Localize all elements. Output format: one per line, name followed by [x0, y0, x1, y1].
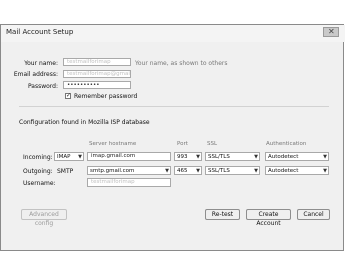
header-port: Port: [177, 141, 188, 147]
name-label: Your name:: [24, 60, 58, 67]
dropdown-arrow-icon: ▼: [323, 154, 327, 160]
mail-account-setup-dialog: Mail Account Setup ✕ Your name: testmail…: [0, 24, 345, 251]
title-bar: Mail Account Setup ✕: [1, 25, 345, 42]
dropdown-arrow-icon: ▼: [254, 154, 258, 160]
header-authentication: Authentication: [266, 141, 307, 147]
outgoing-hostname-select[interactable]: smtp.gmail.com ▼: [87, 166, 171, 175]
retest-button[interactable]: Re-test: [205, 209, 240, 220]
create-account-button[interactable]: Create Account: [246, 209, 291, 227]
outgoing-ssl-value: SSL/TLS: [208, 168, 230, 174]
email-field[interactable]: testmailforimap@gmail.com: [63, 70, 131, 78]
incoming-port-value: 993: [177, 154, 188, 160]
header-ssl: SSL: [207, 141, 218, 147]
incoming-auth-value: Autodetect: [268, 154, 299, 160]
incoming-ssl-select[interactable]: SSL/TLS ▼: [205, 152, 260, 161]
email-label: Email address:: [13, 71, 58, 78]
password-label: Password:: [27, 83, 58, 90]
incoming-ssl-value: SSL/TLS: [208, 154, 230, 160]
incoming-label: Incoming:: [23, 154, 53, 161]
close-button[interactable]: ✕: [323, 27, 339, 37]
advanced-config-button[interactable]: Advanced config: [21, 209, 67, 227]
header-server-hostname: Server hostname: [89, 141, 137, 147]
config-heading: Configuration found in Mozilla ISP datab…: [19, 119, 150, 126]
checkmark-icon: ✓: [66, 92, 72, 99]
window-title: Mail Account Setup: [6, 28, 74, 36]
outgoing-protocol: SMTP: [57, 168, 74, 175]
dropdown-arrow-icon: ▼: [196, 154, 200, 160]
remember-password-checkbox[interactable]: ✓: [65, 92, 72, 99]
incoming-port-select[interactable]: 993 ▼: [174, 152, 202, 161]
divider: [19, 106, 329, 107]
name-hint: Your name, as shown to others: [135, 60, 228, 67]
incoming-auth-select[interactable]: Autodetect ▼: [265, 152, 329, 161]
name-field[interactable]: testmailforimap: [63, 58, 131, 66]
outgoing-ssl-select[interactable]: SSL/TLS ▼: [205, 166, 260, 175]
dropdown-arrow-icon: ▼: [78, 154, 82, 160]
cancel-button[interactable]: Cancel: [297, 209, 330, 220]
outgoing-port-value: 465: [177, 168, 188, 174]
dropdown-arrow-icon: ▼: [165, 168, 169, 174]
outgoing-label: Outgoing:: [23, 168, 53, 175]
incoming-protocol-value: IMAP: [57, 154, 71, 160]
username-field[interactable]: testmailforimap: [87, 178, 171, 187]
password-field[interactable]: ••••••••••: [63, 81, 131, 89]
incoming-hostname-field[interactable]: imap.gmail.com: [87, 152, 171, 161]
dropdown-arrow-icon: ▼: [254, 168, 258, 174]
outgoing-port-select[interactable]: 465 ▼: [174, 166, 202, 175]
outgoing-auth-value: Autodetect: [268, 168, 299, 174]
close-icon: ✕: [328, 27, 335, 36]
dropdown-arrow-icon: ▼: [196, 168, 200, 174]
dropdown-arrow-icon: ▼: [323, 168, 327, 174]
outgoing-auth-select[interactable]: Autodetect ▼: [265, 166, 329, 175]
outgoing-hostname-value: smtp.gmail.com: [90, 168, 135, 174]
username-label: Username:: [23, 180, 56, 187]
incoming-protocol-select[interactable]: IMAP ▼: [54, 152, 84, 161]
remember-password-label: Remember password: [74, 93, 138, 100]
